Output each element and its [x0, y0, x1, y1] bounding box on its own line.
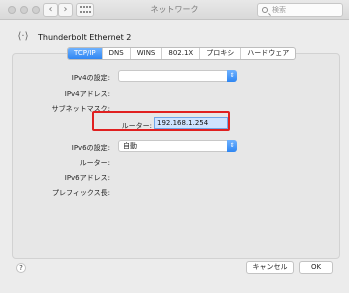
ok-button[interactable]: OK — [299, 261, 333, 274]
tab-tcpip[interactable]: TCP/IP — [68, 48, 103, 59]
select-arrow-icon: ⇕ — [227, 70, 237, 82]
ipv6-config-label: IPv6の設定: — [71, 144, 110, 152]
router-label: ルーター: — [121, 122, 152, 130]
search-icon — [262, 7, 268, 13]
device-header: ⟨·⟩ Thunderbolt Ethernet 2 — [16, 29, 132, 45]
tab-dns[interactable]: DNS — [103, 48, 131, 59]
ipv4-address-label: IPv4アドレス: — [64, 90, 110, 98]
ipv6-config-value: 自動 — [123, 142, 137, 150]
tab-wins[interactable]: WINS — [131, 48, 163, 59]
tab-bar: TCP/IP DNS WINS 802.1X プロキシ ハードウェア — [67, 47, 297, 60]
title-bar: ‹ › ネットワーク 検索 — [0, 0, 349, 20]
help-button[interactable]: ? — [16, 263, 26, 273]
tab-hardware[interactable]: ハードウェア — [241, 48, 295, 59]
ipv6-config-select[interactable]: 自動 ⇕ — [118, 140, 237, 152]
search-field[interactable]: 検索 — [257, 3, 343, 17]
ipv4-config-label: IPv4の設定: — [71, 74, 110, 82]
tab-proxy[interactable]: プロキシ — [200, 48, 242, 59]
ipv4-config-select[interactable]: ⇕ — [118, 70, 237, 82]
search-placeholder: 検索 — [272, 6, 286, 14]
device-name: Thunderbolt Ethernet 2 — [38, 32, 132, 42]
ipv6-address-label: IPv6アドレス: — [64, 174, 110, 182]
tcpip-panel — [12, 53, 340, 259]
cancel-button[interactable]: キャンセル — [246, 261, 294, 274]
tab-8021x[interactable]: 802.1X — [162, 48, 201, 59]
router-input[interactable]: 192.168.1.254 — [154, 117, 228, 129]
router6-label: ルーター: — [79, 159, 110, 167]
prefix-length-label: プレフィックス長: — [51, 189, 110, 197]
select-arrow-icon: ⇕ — [227, 140, 237, 152]
thunderbolt-ethernet-icon: ⟨·⟩ — [17, 31, 29, 42]
